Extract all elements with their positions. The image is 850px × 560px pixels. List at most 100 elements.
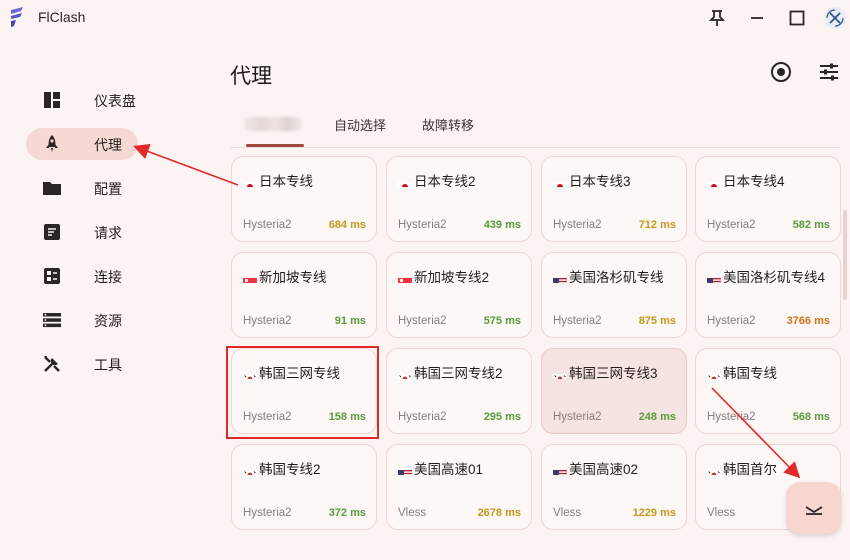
- tab-redacted[interactable]: [244, 117, 302, 131]
- proxy-card[interactable]: 日本专线 Hysteria2 684 ms: [231, 156, 377, 242]
- sidebar-item-label: 代理: [94, 137, 122, 153]
- us-flag-icon: [553, 465, 567, 475]
- tab-failover[interactable]: 故障转移: [422, 115, 474, 134]
- proxy-name-text: 日本专线4: [723, 174, 785, 189]
- proxy-card[interactable]: 日本专线4 Hysteria2 582 ms: [695, 156, 841, 242]
- maximize-icon: [789, 10, 805, 26]
- proxy-delay: 248 ms: [638, 411, 676, 423]
- minimize-button[interactable]: [742, 4, 772, 32]
- proxy-delay: 575 ms: [483, 315, 521, 327]
- sidebar-item-label: 请求: [94, 225, 122, 241]
- sidebar-item-dashboard[interactable]: 仪表盘: [26, 84, 138, 116]
- proxy-name-text: 韩国三网专线2: [414, 366, 503, 381]
- app-title: FlClash: [38, 9, 86, 25]
- sidebar-item-proxy[interactable]: 代理: [26, 128, 138, 160]
- proxy-card[interactable]: 新加坡专线2 Hysteria2 575 ms: [386, 252, 532, 338]
- locate-icon[interactable]: [769, 60, 793, 84]
- proxy-type: Hysteria2: [553, 315, 602, 327]
- proxy-name: 韩国专线2: [243, 459, 370, 481]
- proxy-card[interactable]: 韩国三网专线2 Hysteria2 295 ms: [386, 348, 532, 434]
- proxy-card[interactable]: 美国洛杉矶专线4 Hysteria2 3766 ms: [695, 252, 841, 338]
- proxy-type: Hysteria2: [398, 315, 447, 327]
- proxy-delay: 3766 ms: [786, 315, 830, 327]
- proxy-name-text: 韩国专线: [723, 366, 777, 381]
- proxy-card[interactable]: 美国高速01 Vless 2678 ms: [386, 444, 532, 530]
- resources-icon: [43, 313, 61, 328]
- us-flag-icon: [398, 465, 412, 475]
- sidebar-item-label: 配置: [94, 181, 122, 197]
- sidebar-item-label: 仪表盘: [94, 93, 136, 109]
- proxy-type: Vless: [398, 507, 427, 519]
- sidebar-item-tools[interactable]: 工具: [26, 348, 138, 380]
- proxy-name: 日本专线: [243, 171, 370, 193]
- proxy-card[interactable]: 韩国三网专线3 Hysteria2 248 ms: [541, 348, 687, 434]
- proxy-name: 美国高速02: [553, 459, 680, 481]
- sidebar-item-connections[interactable]: 连接: [26, 260, 138, 292]
- jp-flag-icon: [707, 177, 721, 187]
- tab-auto-select[interactable]: 自动选择: [334, 115, 386, 134]
- tab-divider: [230, 147, 840, 148]
- proxy-name: 韩国三网专线2: [398, 363, 525, 385]
- jp-flag-icon: [398, 177, 412, 187]
- proxy-name-text: 新加坡专线2: [414, 270, 490, 285]
- proxy-type: Hysteria2: [553, 411, 602, 423]
- proxy-delay: 568 ms: [792, 411, 830, 423]
- proxy-card[interactable]: 韩国专线2 Hysteria2 372 ms: [231, 444, 377, 530]
- proxy-name: 新加坡专线2: [398, 267, 525, 289]
- proxy-type: Hysteria2: [707, 315, 756, 327]
- page-title: 代理: [230, 65, 272, 88]
- proxy-delay: 684 ms: [328, 219, 366, 231]
- proxy-card[interactable]: 韩国专线 Hysteria2 568 ms: [695, 348, 841, 434]
- sidebar-item-requests[interactable]: 请求: [26, 216, 138, 248]
- speed-test-icon: [805, 506, 822, 515]
- rocket-icon: [46, 135, 58, 152]
- app-logo-icon: [11, 7, 23, 27]
- proxy-name-text: 日本专线2: [414, 174, 476, 189]
- proxy-name-text: 日本专线3: [569, 174, 631, 189]
- proxy-type: Hysteria2: [553, 219, 602, 231]
- maximize-button[interactable]: [782, 4, 812, 32]
- proxy-card[interactable]: 新加坡专线 Hysteria2 91 ms: [231, 252, 377, 338]
- pin-icon: [708, 10, 726, 26]
- filter-settings-icon[interactable]: [817, 60, 841, 84]
- close-icon: [824, 7, 846, 29]
- title-bar: FlClash: [0, 0, 850, 36]
- proxy-delay: 582 ms: [792, 219, 830, 231]
- scrollbar[interactable]: [843, 210, 847, 300]
- proxy-name: 韩国专线: [707, 363, 834, 385]
- proxy-name-text: 美国高速02: [569, 462, 639, 477]
- sidebar-item-profiles[interactable]: 配置: [26, 172, 138, 204]
- sg-flag-icon: [398, 273, 412, 283]
- tools-icon: [44, 356, 60, 372]
- proxy-delay: 91 ms: [334, 315, 366, 327]
- proxy-card[interactable]: 美国高速02 Vless 1229 ms: [541, 444, 687, 530]
- proxy-name: 日本专线3: [553, 171, 680, 193]
- close-button[interactable]: [820, 4, 850, 32]
- jp-flag-icon: [553, 177, 567, 187]
- proxy-card[interactable]: 美国洛杉矶专线 Hysteria2 875 ms: [541, 252, 687, 338]
- proxy-card[interactable]: 日本专线2 Hysteria2 439 ms: [386, 156, 532, 242]
- proxy-type: Hysteria2: [243, 315, 292, 327]
- dashboard-icon: [44, 92, 60, 108]
- proxy-delay: 875 ms: [638, 315, 676, 327]
- proxy-delay: 2678 ms: [477, 507, 521, 519]
- proxy-name: 美国高速01: [398, 459, 525, 481]
- kr-flag-icon: [398, 369, 412, 379]
- proxy-card[interactable]: 日本专线3 Hysteria2 712 ms: [541, 156, 687, 242]
- sg-flag-icon: [243, 273, 257, 283]
- kr-flag-icon: [707, 369, 721, 379]
- proxy-name: 美国洛杉矶专线: [553, 267, 680, 289]
- proxy-name-text: 韩国首尔: [723, 462, 777, 477]
- proxy-name: 韩国首尔: [707, 459, 834, 481]
- proxy-name-text: 美国高速01: [414, 462, 484, 477]
- proxy-delay: 712 ms: [638, 219, 676, 231]
- proxy-type: Hysteria2: [707, 411, 756, 423]
- sidebar-item-resources[interactable]: 资源: [26, 304, 138, 336]
- proxy-delay: 295 ms: [483, 411, 521, 423]
- sidebar-item-label: 资源: [94, 313, 122, 329]
- request-icon: [44, 224, 60, 240]
- proxy-name-text: 韩国专线2: [259, 462, 321, 477]
- pin-button[interactable]: [702, 4, 732, 32]
- speed-test-button[interactable]: [786, 482, 841, 534]
- annotation-arrow: [133, 143, 239, 186]
